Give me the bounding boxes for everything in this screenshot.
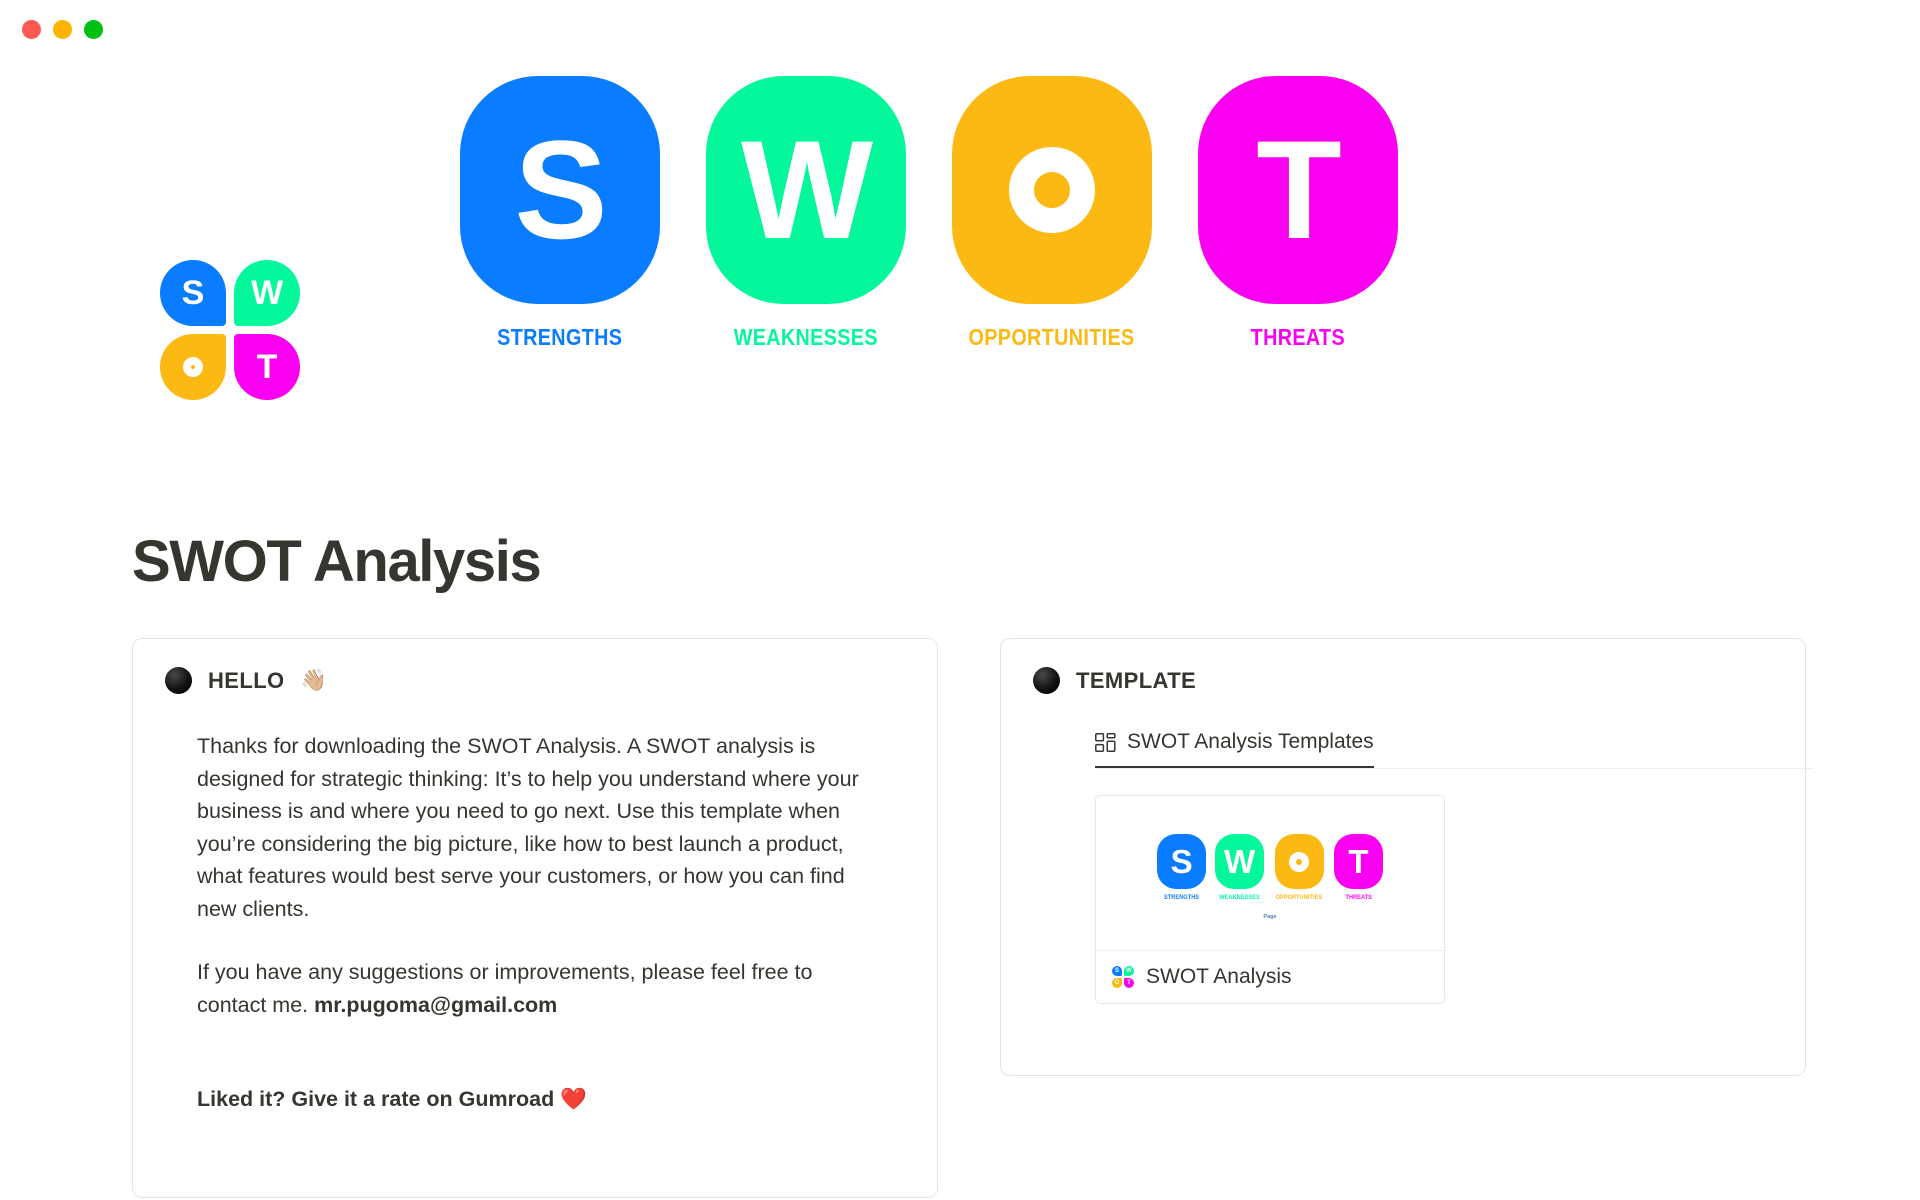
gallery-icon — [1095, 732, 1116, 752]
content-columns: HELLO 👋🏼 Thanks for downloading the SWOT… — [132, 638, 1820, 1198]
thumbnail-swot-banner: S STRENGTHS W WEAKNESSES OPPORTUNITIES T… — [1157, 834, 1383, 901]
thumb-column-strengths: S STRENGTHS — [1157, 834, 1207, 901]
thumb-column-threats: T THREATS — [1333, 834, 1383, 901]
thumb-tile-o — [1274, 834, 1324, 889]
thumb-caption-opportunities: OPPORTUNITIES — [1275, 894, 1323, 901]
thumb-column-weaknesses: W WEAKNESSES — [1215, 834, 1265, 901]
gumroad-cta-text: Liked it? Give it a rate on Gumroad ❤️ — [197, 1087, 587, 1111]
page-icon-petal-w: W — [234, 260, 300, 326]
window-maximize-button[interactable] — [84, 19, 103, 39]
thumb-caption-weaknesses: WEAKNESSES — [1219, 894, 1260, 901]
thumb-tile-s: S — [1157, 834, 1207, 889]
template-item-footer[interactable]: S W O T SWOT Analysis — [1096, 951, 1444, 1003]
swot-caption-threats: THREATS — [1250, 324, 1346, 350]
swot-column-weaknesses: W WEAKNESSES — [706, 76, 906, 351]
swot-column-threats: T THREATS — [1198, 76, 1398, 351]
template-card-header: TEMPLATE — [1033, 667, 1773, 694]
ring-shape — [1289, 851, 1309, 872]
swot-tile-w: W — [706, 76, 906, 304]
hello-card-body: Thanks for downloading the SWOT Analysis… — [165, 730, 887, 1116]
thumbnail-page-word: Page — [1263, 914, 1277, 920]
intro-paragraph[interactable]: Thanks for downloading the SWOT Analysis… — [197, 730, 887, 925]
swot-column-strengths: S STRENGTHS — [460, 76, 660, 351]
window-minimize-button[interactable] — [53, 19, 72, 39]
black-circle-icon — [1033, 667, 1060, 694]
thumb-caption-strengths: STRENGTHS — [1164, 894, 1200, 901]
waving-hand-icon: 👋🏼 — [300, 668, 327, 692]
contact-email[interactable]: mr.pugoma@gmail.com — [314, 993, 557, 1017]
swot-caption-strengths: STRENGTHS — [497, 324, 623, 350]
template-tabs: SWOT Analysis Templates — [1095, 730, 1813, 769]
template-card-title: TEMPLATE — [1076, 667, 1197, 693]
hello-card: HELLO 👋🏼 Thanks for downloading the SWOT… — [132, 638, 938, 1198]
template-item-card[interactable]: S STRENGTHS W WEAKNESSES OPPORTUNITIES T… — [1095, 795, 1445, 1004]
swot-banner: S STRENGTHS W WEAKNESSES OPPORTUNITIES T… — [460, 76, 1398, 351]
page-icon[interactable]: S W T — [160, 260, 300, 400]
window-close-button[interactable] — [22, 19, 41, 39]
tab-label: SWOT Analysis Templates — [1127, 730, 1374, 753]
window-titlebar — [0, 0, 1920, 58]
page-icon-petal-t: T — [234, 334, 300, 400]
swot-caption-opportunities: OPPORTUNITIES — [968, 324, 1136, 350]
page-title[interactable]: SWOT Analysis — [132, 528, 542, 595]
contact-paragraph[interactable]: If you have any suggestions or improveme… — [197, 956, 887, 1021]
gumroad-cta[interactable]: Liked it? Give it a rate on Gumroad ❤️ — [197, 1083, 887, 1116]
swot-tile-s: S — [460, 76, 660, 304]
ring-shape — [1009, 147, 1095, 233]
black-circle-icon — [165, 667, 192, 694]
template-card: TEMPLATE SWOT Analysis Templates S STREN… — [1000, 638, 1813, 1076]
ring-shape — [183, 357, 203, 377]
swot-tile-t: T — [1198, 76, 1398, 304]
template-item-name: SWOT Analysis — [1146, 965, 1292, 988]
thumb-caption-threats: THREATS — [1345, 894, 1372, 901]
swot-caption-weaknesses: WEAKNESSES — [733, 324, 879, 350]
thumb-tile-w: W — [1215, 834, 1265, 889]
template-thumbnail: S STRENGTHS W WEAKNESSES OPPORTUNITIES T… — [1096, 796, 1444, 951]
page-icon-petal-o — [160, 334, 226, 400]
swot-quad-icon: S W O T — [1112, 966, 1134, 988]
thumb-column-opportunities: OPPORTUNITIES — [1273, 834, 1325, 901]
hello-card-header: HELLO 👋🏼 — [165, 667, 905, 694]
swot-tile-o — [952, 76, 1152, 304]
thumb-tile-t: T — [1333, 834, 1383, 889]
hello-card-title: HELLO — [208, 667, 285, 693]
page-icon-petal-s: S — [160, 260, 226, 326]
tab-swot-analysis-templates[interactable]: SWOT Analysis Templates — [1095, 730, 1374, 768]
swot-column-opportunities: OPPORTUNITIES — [952, 76, 1152, 351]
